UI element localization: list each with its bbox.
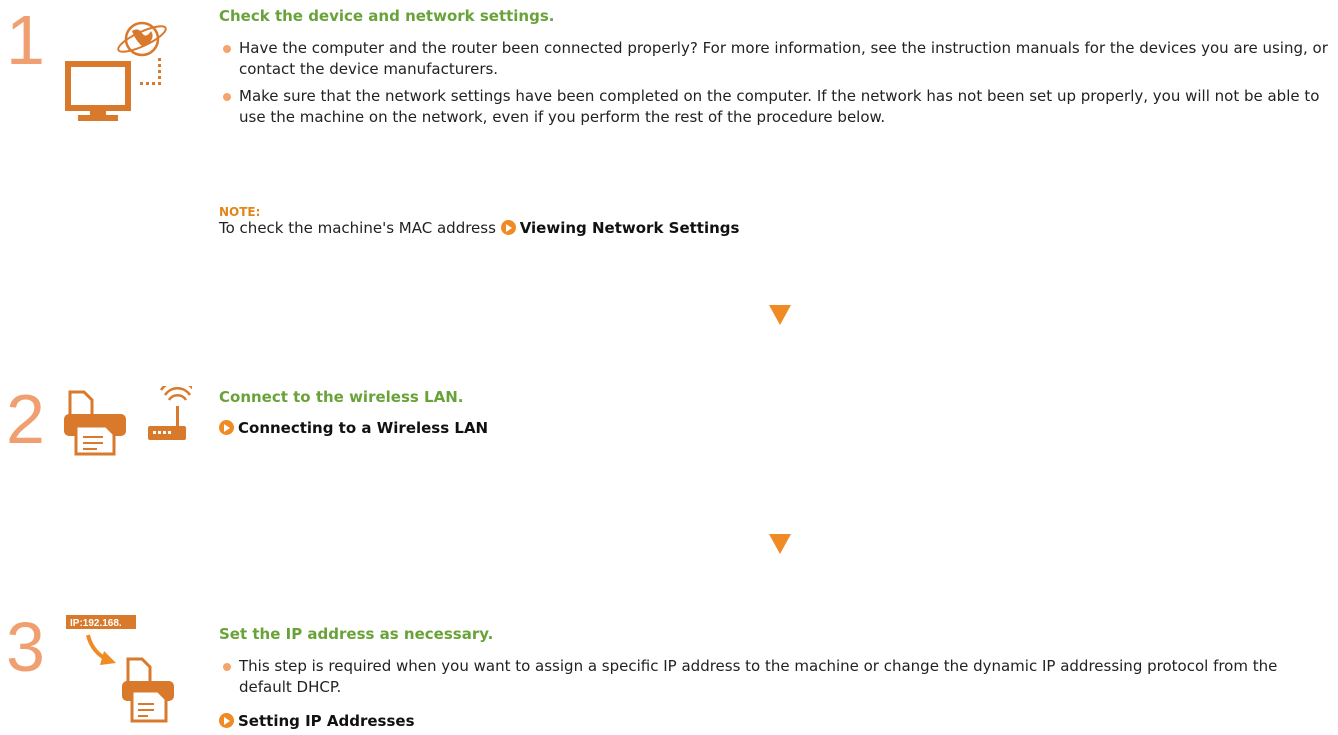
bullet-dot-icon <box>223 663 231 671</box>
list-item: Have the computer and the router been co… <box>219 38 1329 80</box>
down-arrow-icon <box>769 534 791 554</box>
down-arrow-icon <box>769 305 791 325</box>
bullet-dot-icon <box>223 93 231 101</box>
link-arrow-icon <box>500 220 516 235</box>
ip-address-printer-icon: IP:192.168. <box>66 615 178 731</box>
note-text: To check the machine's MAC address Viewi… <box>219 219 740 237</box>
step-3-number: 3 <box>6 608 45 686</box>
step-3-title: Set the IP address as necessary. <box>219 625 494 643</box>
step-2-number: 2 <box>6 380 45 458</box>
note-label: NOTE: <box>219 205 261 219</box>
step-1-number: 1 <box>6 1 45 79</box>
setting-ip-addresses-link-row: Setting IP Addresses <box>219 712 415 730</box>
step-1-title: Check the device and network settings. <box>219 7 555 25</box>
ip-label: IP:192.168. <box>70 618 122 629</box>
computer-network-icon <box>62 6 172 124</box>
step-1-bullets: Have the computer and the router been co… <box>219 38 1329 134</box>
step-2-title: Connect to the wireless LAN. <box>219 388 464 406</box>
step-3-bullets: This step is required when you want to a… <box>219 656 1331 704</box>
viewing-network-settings-link[interactable]: Viewing Network Settings <box>500 219 739 237</box>
connecting-to-wireless-lan-link[interactable]: Connecting to a Wireless LAN <box>219 419 488 437</box>
connecting-to-wireless-lan-link-row: Connecting to a Wireless LAN <box>219 419 488 437</box>
link-arrow-icon <box>219 713 234 728</box>
link-arrow-icon <box>219 420 234 435</box>
list-item: Make sure that the network settings have… <box>219 86 1329 128</box>
printer-router-icon <box>62 380 196 458</box>
list-item: This step is required when you want to a… <box>219 656 1331 698</box>
setting-ip-addresses-link[interactable]: Setting IP Addresses <box>219 712 415 730</box>
bullet-dot-icon <box>223 45 231 53</box>
